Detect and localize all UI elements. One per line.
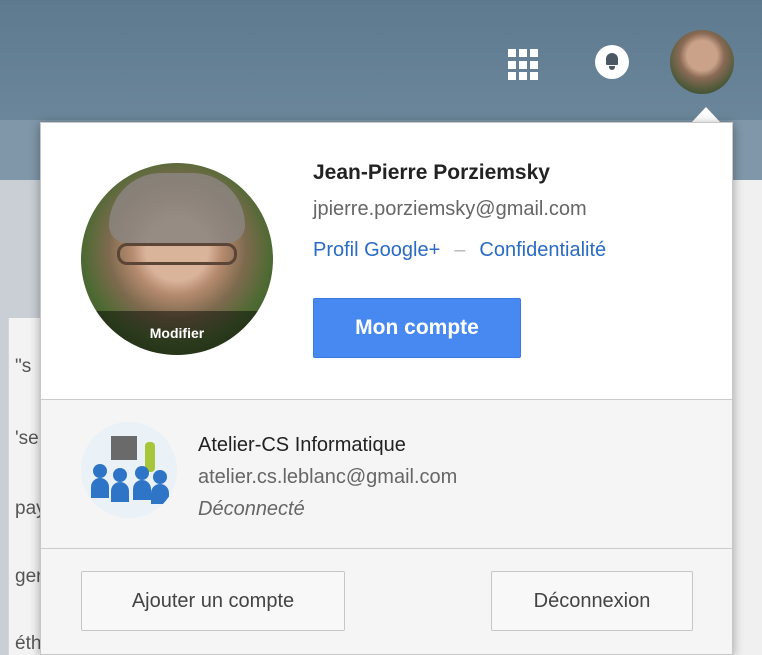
secondary-account-status: Déconnecté <box>198 498 305 520</box>
popup-footer: Ajouter un compte Déconnexion <box>41 549 732 654</box>
privacy-link[interactable]: Confidentialité <box>479 239 606 261</box>
account-popup: Modifier Jean-Pierre Porziemsky jpierre.… <box>40 122 733 655</box>
logout-button[interactable]: Déconnexion <box>491 571 693 631</box>
profile-links: Profil Google+ – Confidentialité <box>313 239 606 262</box>
user-name: Jean-Pierre Porziemsky <box>313 161 550 184</box>
secondary-account-name: Atelier-CS Informatique <box>198 434 406 456</box>
google-plus-profile-link[interactable]: Profil Google+ <box>313 239 440 261</box>
my-account-button[interactable]: Mon compte <box>313 298 521 358</box>
background-list: "s 'se pay ger éthr <box>8 318 48 655</box>
secondary-account-avatar <box>81 422 177 518</box>
add-account-button[interactable]: Ajouter un compte <box>81 571 345 631</box>
account-avatar-button[interactable] <box>670 30 734 94</box>
secondary-account-email: atelier.cs.leblanc@gmail.com <box>198 466 458 488</box>
user-email: jpierre.porziemsky@gmail.com <box>313 198 587 220</box>
popup-arrow <box>691 107 721 123</box>
link-separator: – <box>454 239 466 261</box>
profile-photo[interactable]: Modifier <box>81 163 273 355</box>
secondary-account-row[interactable]: Atelier-CS Informatique atelier.cs.lebla… <box>41 400 732 548</box>
background-right-strip <box>733 120 762 180</box>
apps-grid-icon[interactable] <box>508 49 540 81</box>
top-bar <box>0 0 762 120</box>
change-photo-label[interactable]: Modifier <box>81 325 273 341</box>
background-right-panel <box>733 120 762 655</box>
bell-icon[interactable] <box>595 45 629 79</box>
